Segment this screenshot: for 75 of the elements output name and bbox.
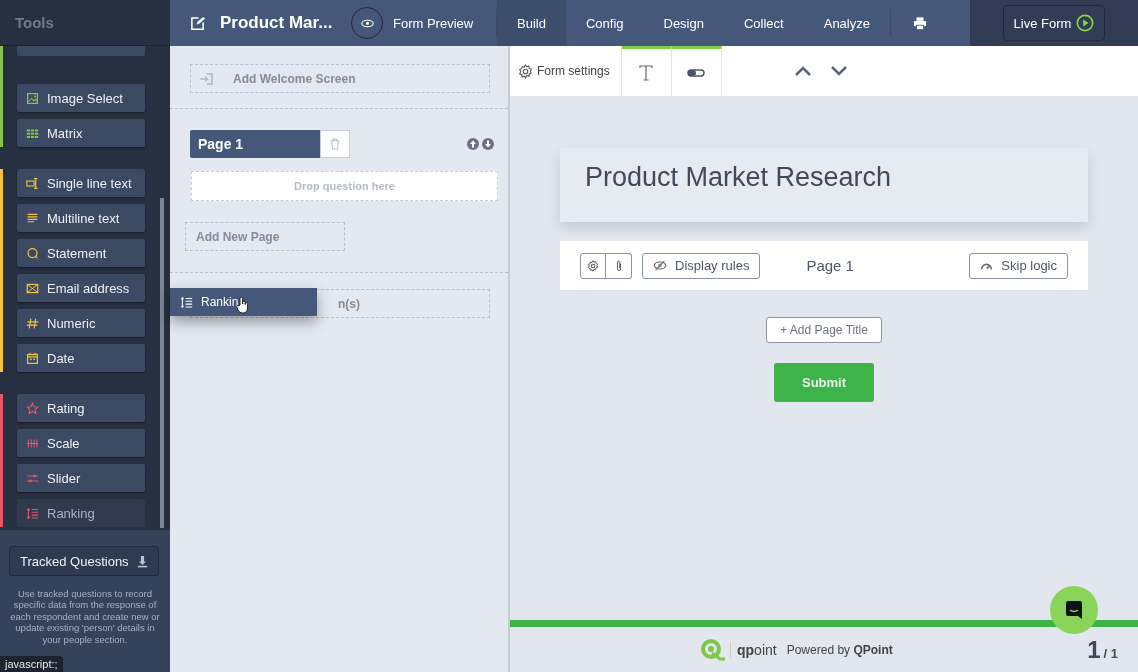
live-form-button[interactable]: Live Form	[1002, 5, 1106, 41]
page-number: 1	[1087, 635, 1101, 664]
page-total: / 1	[1103, 646, 1118, 661]
form-preview-link[interactable]: Form Preview	[393, 15, 496, 31]
page-title: Page 1	[806, 257, 854, 274]
date-icon	[26, 351, 39, 365]
logo-icon	[700, 638, 726, 661]
tracked-description: Use tracked questions to record specific data from the response of each respondent and create new or update existing 'person' details in your people section.	[9, 588, 161, 645]
status-tooltip: javascript:;	[0, 656, 63, 672]
move-down-icon[interactable]	[482, 138, 494, 150]
drop-zone: Drop question here	[191, 171, 498, 201]
tracked-questions-button[interactable]: Tracked Questions	[9, 546, 159, 576]
hidden-eye-icon	[653, 260, 667, 271]
rating-icon	[26, 401, 39, 415]
drag-ghost[interactable]: Rankin	[170, 288, 317, 316]
tool-button[interactable]: Multiline text	[17, 204, 145, 232]
trash-icon	[330, 138, 340, 150]
chat-icon	[1063, 599, 1085, 621]
edit-icon[interactable]	[190, 15, 205, 31]
eye-icon	[360, 18, 374, 28]
tool-button[interactable]: Matrix	[17, 119, 145, 147]
skip-logic-button[interactable]: Skip logic	[969, 252, 1068, 279]
tool-button[interactable]: Email address	[17, 274, 145, 302]
tool-button[interactable]: Statement	[17, 239, 145, 267]
sign-in-icon	[199, 72, 213, 85]
move-up-icon[interactable]	[467, 138, 479, 150]
hand-cursor-icon	[236, 296, 250, 314]
add-page-title-button[interactable]: + Add Page Title	[766, 317, 882, 343]
powered-by-text: Powered by QPoint	[786, 642, 893, 657]
tool-button[interactable]: Single line text	[17, 169, 145, 197]
toggle-icon	[687, 68, 706, 77]
numeric-icon	[26, 316, 39, 330]
nav-tab[interactable]: Analyze	[803, 0, 890, 46]
form-heading: Product Market Research	[585, 162, 892, 192]
tool-button[interactable]: Rating	[17, 394, 145, 422]
email-icon	[26, 281, 39, 295]
play-icon	[1076, 14, 1095, 32]
page-settings-button[interactable]	[580, 252, 606, 279]
settings-icon	[587, 259, 599, 272]
text-icon	[639, 64, 654, 81]
nav-tab[interactable]: Collect	[723, 0, 804, 46]
nav-tab[interactable]: Config	[565, 0, 644, 46]
scale-icon	[26, 436, 39, 450]
display-rules-button[interactable]: Display rules	[642, 252, 761, 279]
tool-button[interactable]: Numeric	[17, 309, 145, 337]
scrollbar[interactable]	[160, 198, 164, 528]
tool-button[interactable]: Image Select	[17, 84, 145, 112]
settings-icon	[518, 63, 533, 79]
nav-tab[interactable]: Design	[643, 0, 724, 46]
image-icon	[26, 91, 39, 105]
tool-button[interactable]: Scale	[17, 429, 145, 457]
gauge-icon	[980, 261, 994, 270]
tool-button[interactable]: Date	[17, 344, 145, 372]
form-settings-link[interactable]: Form settings	[510, 46, 622, 96]
form-title: Product Mar...	[220, 13, 334, 33]
statement-icon	[26, 246, 39, 260]
multi-icon	[26, 211, 39, 225]
matrix-icon	[26, 126, 39, 140]
ranking-icon	[26, 506, 39, 520]
sidebar-title: Tools	[15, 14, 54, 31]
attach-button[interactable]	[606, 252, 632, 279]
ranking-icon	[180, 295, 193, 309]
tool-button[interactable]: Ranking	[17, 499, 145, 527]
download-icon	[137, 554, 148, 568]
chevron-down-icon[interactable]	[829, 65, 848, 77]
button-style-tab[interactable]	[671, 46, 722, 96]
tool-button[interactable]: Slider	[17, 464, 145, 492]
single-icon	[26, 176, 39, 190]
paperclip-icon	[614, 259, 623, 272]
print-icon[interactable]	[912, 16, 927, 30]
page-label[interactable]: Page 1	[190, 130, 320, 158]
chevron-up-icon[interactable]	[793, 65, 812, 77]
chat-button[interactable]	[1050, 586, 1098, 634]
nav-tab[interactable]: Build	[497, 0, 566, 46]
brand-name: qpoint	[730, 641, 777, 658]
